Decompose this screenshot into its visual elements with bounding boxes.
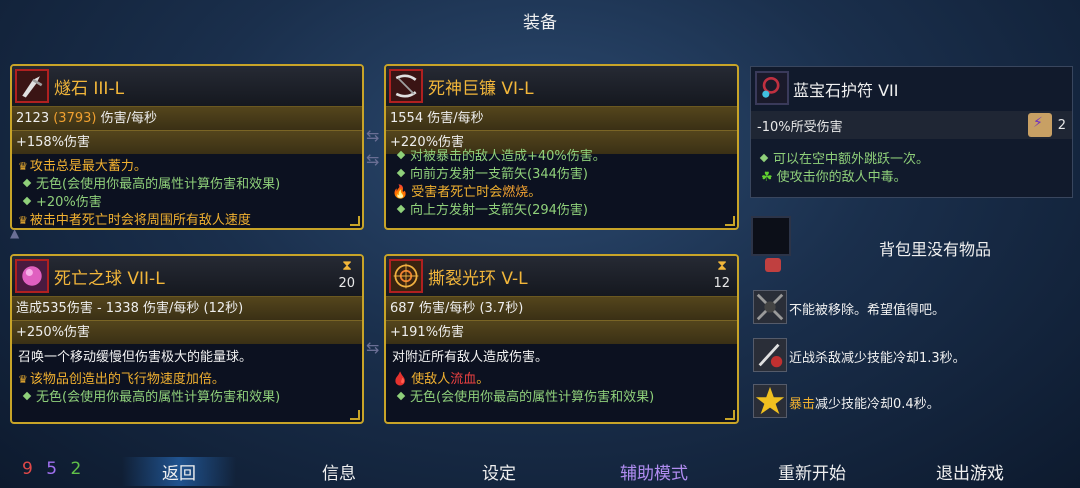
weapon-damage-bonus: +250%伤害 [12,320,362,344]
weapon-dps: 造成535伤害 - 1338 伤害/每秒 (12秒) [12,296,362,320]
weapon-card-flint[interactable]: 燧石 III-L 2123 (3793) 伤害/每秒 +158%伤害 ♛ 攻击总是… [10,64,364,230]
bottom-menu-bar: 9 5 2 返回 信息 设定 辅助模式 重新开始 退出游戏 [0,452,1080,488]
card-header: 死神巨镰 VI-L [386,66,737,106]
bullet-icon [396,204,406,214]
crown-icon: ♛ [18,373,28,386]
aura-icon [389,259,423,293]
amulet-stat: -10%所受伤害 [751,111,1072,139]
card-header: 撕裂光环 V-L ⧗ 12 [386,256,737,296]
weapon-card-scythe[interactable]: 死神巨镰 VI-L 1554 伤害/每秒 +220%伤害 对被暴击的敌人造成+4… [384,64,739,230]
swap-arrow-icon[interactable]: ▲ [10,226,19,240]
card-header: 燧石 III-L [12,66,362,106]
melee-cooldown-icon [753,338,787,372]
corner-ornament [350,410,360,420]
cooldown-value: 12 [713,276,730,291]
flint-icon [15,69,49,103]
amulet-affix: ☘ 使攻击你的敌人中毒。 [761,170,907,185]
blood-icon: 🩸 [392,372,409,387]
amulet-icon [755,71,789,105]
hourglass-icon: ⧗ [342,258,352,274]
fire-icon: 🔥 [392,185,409,200]
bullet-icon [22,196,32,206]
quit-game-button[interactable]: 退出游戏 [936,459,1004,484]
settings-button[interactable]: 设定 [482,459,516,484]
bullet-icon [396,391,406,401]
card-header: 死亡之球 VII-L ⧗ 20 [12,256,362,296]
weapon-dps: 687 伤害/每秒 (3.7秒) [386,296,737,320]
bullet-icon [396,168,406,178]
corner-ornament [725,410,735,420]
assist-mode-button[interactable]: 辅助模式 [620,459,688,484]
cooldown-value: 20 [338,276,355,291]
affix-line: 🔥 受害者死亡时会燃烧。 [392,185,542,200]
bullet-icon [22,391,32,401]
swap-arrow-icon[interactable]: ⇆ [366,126,379,145]
poison-icon: ☘ [761,170,773,185]
swap-arrow-icon[interactable]: ⇆ [366,338,379,357]
weapon-damage-bonus: +191%伤害 [386,320,737,344]
perk-text: 不能被移除。希望值得吧。 [789,303,946,318]
orb-icon [15,259,49,293]
perk-row[interactable]: 近战杀敌减少技能冷却1.3秒。 [753,338,1073,374]
amulet-affix: 可以在空中额外跳跃一次。 [751,151,929,169]
perk-text: 暴击减少技能冷却0.4秒。 [789,397,940,412]
affix-line: 无色(会使用你最高的属性计算伤害和效果) [12,389,362,407]
corner-ornament [725,216,735,226]
backpack-slot[interactable] [751,216,791,256]
survival-count: 2 [70,459,82,479]
affix-line: 无色(会使用你最高的属性计算伤害和效果) [12,176,362,194]
scroll-icon [1028,113,1052,137]
affix-line: ♛ 被击中者死亡时会将周围所有敌人速度 [18,213,251,228]
info-button[interactable]: 信息 [322,459,356,484]
weapon-description: 对附近所有敌人造成伤害。 [392,350,549,365]
affix-line: 向前方发射一支箭矢(344伤害) [386,166,737,184]
affix-line: 对被暴击的敌人造成+40%伤害。 [386,148,737,166]
affix-line: 向上方发射一支箭矢(294伤害) [386,202,737,220]
weapon-dps: 2123 (3793) 伤害/每秒 [12,106,362,130]
amulet-name: 蓝宝石护符 VII [793,81,899,100]
crown-icon: ♛ [18,160,28,173]
restart-button[interactable]: 重新开始 [778,459,846,484]
weapon-name: 撕裂光环 V-L [428,269,528,289]
weapon-card-tearing-aura[interactable]: 撕裂光环 V-L ⧗ 12 687 伤害/每秒 (3.7秒) +191%伤害 对… [384,254,739,424]
weapon-card-death-orb[interactable]: 死亡之球 VII-L ⧗ 20 造成535伤害 - 1338 伤害/每秒 (12… [10,254,364,424]
weapon-name: 燧石 III-L [54,79,125,99]
affix-line: ♛ 该物品创造出的飞行物速度加倍。 [18,372,225,387]
perk-row[interactable]: 暴击减少技能冷却0.4秒。 [753,384,1073,420]
brutality-count: 9 [22,459,33,479]
scythe-icon [389,69,423,103]
backpack-empty-text: 背包里没有物品 [878,240,991,259]
affix-line: 🩸 使敌人流血。 [392,372,490,387]
backpack-icon [765,258,781,272]
bullet-icon [22,178,32,188]
weapon-name: 死亡之球 VII-L [54,269,165,289]
affix-line: 无色(会使用你最高的属性计算伤害和效果) [386,389,737,407]
weapon-dps: 1554 伤害/每秒 [386,106,737,130]
stat-counts: 9 5 2 [22,459,89,479]
crit-cooldown-icon [753,384,787,418]
weapon-description: 召唤一个移动缓慢但伤害极大的能量球。 [18,350,253,365]
scroll-count: 2 [1057,118,1066,133]
affix-line: +20%伤害 [12,194,362,212]
amulet-panel[interactable]: 蓝宝石护符 VII -10%所受伤害 2 可以在空中额外跳跃一次。 ☘使攻击你的… [750,66,1073,198]
hourglass-icon: ⧗ [717,258,727,274]
affix-line: ♛ 攻击总是最大蓄力。 [18,159,147,174]
tactics-count: 5 [46,459,58,479]
cursed-perk-icon [753,290,787,324]
weapon-damage-bonus: +158%伤害 [12,130,362,154]
bullet-icon [396,150,406,160]
bullet-icon [759,153,769,163]
corner-ornament [350,216,360,226]
perk-row[interactable]: 不能被移除。希望值得吧。 [753,290,1073,326]
back-button[interactable]: 返回 [122,457,236,486]
page-title: 装备 [523,13,557,33]
weapon-name: 死神巨镰 VI-L [428,79,534,99]
perk-text: 近战杀敌减少技能冷却1.3秒。 [789,351,966,366]
swap-arrow-icon[interactable]: ⇆ [366,150,379,169]
crown-icon: ♛ [18,214,28,227]
